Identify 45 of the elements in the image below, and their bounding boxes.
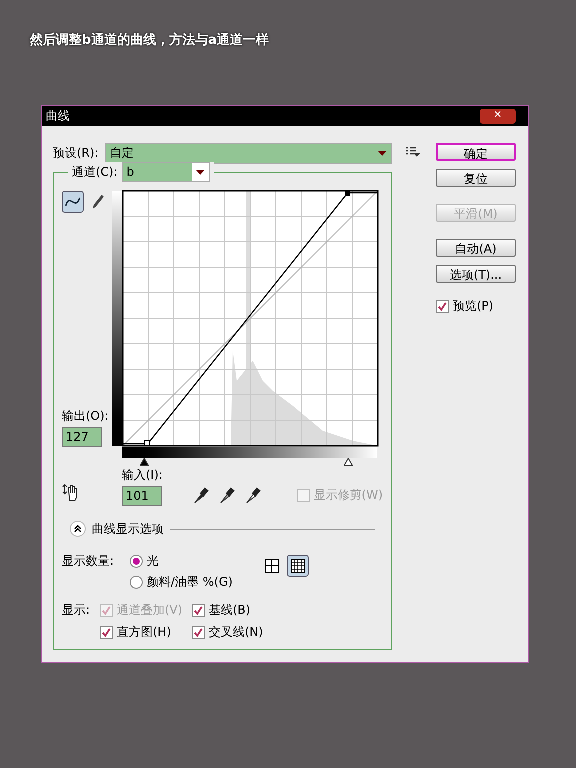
caption-text: 然后调整b通道的曲线，方法与a通道一样 xyxy=(30,33,270,48)
grid-icon xyxy=(290,559,305,573)
checkbox[interactable] xyxy=(100,626,113,638)
checkbox-option[interactable]: 预览(P) xyxy=(436,297,516,315)
radio-button[interactable] xyxy=(130,576,143,588)
show-amount-label: 显示数量: xyxy=(62,553,116,570)
eyedropper-icon[interactable] xyxy=(192,486,209,504)
curve-graph[interactable] xyxy=(122,190,379,447)
curve-icon xyxy=(65,196,81,208)
window-title: 曲线 xyxy=(46,108,70,125)
grid-icon xyxy=(264,559,279,573)
radio-button[interactable] xyxy=(130,554,143,568)
output-field[interactable]: 127 xyxy=(62,427,102,447)
checkbox-option[interactable]: 基线(B) xyxy=(192,601,264,619)
input-label: 输入(I): xyxy=(122,467,163,484)
eyedropper-icon[interactable] xyxy=(244,486,261,504)
checkbox[interactable] xyxy=(436,300,449,312)
radio-option[interactable]: 颜料/油墨 %(G) xyxy=(130,573,233,591)
preset-dropdown[interactable]: 自定 xyxy=(105,142,392,164)
checkbox[interactable] xyxy=(192,604,205,616)
channel-label: 通道(C): xyxy=(72,164,118,181)
caret-icon xyxy=(378,150,387,156)
curve-tool-button[interactable] xyxy=(62,191,84,213)
pencil-icon xyxy=(91,194,105,210)
caret-icon xyxy=(196,170,205,174)
checkbox-option[interactable]: 直方图(H) xyxy=(100,623,192,641)
grid-size-button[interactable] xyxy=(286,555,309,577)
eyedropper-icon[interactable] xyxy=(218,486,235,504)
dialog-button[interactable]: 自动(A) xyxy=(436,239,516,257)
dialog-button[interactable]: 复位 xyxy=(436,169,516,187)
preset-label: 预设(R): xyxy=(53,145,100,162)
close-button[interactable]: ✕ xyxy=(480,108,516,124)
preset-options-icon[interactable] xyxy=(406,147,420,157)
checkbox[interactable] xyxy=(192,626,205,638)
dialog-button[interactable]: 确定 xyxy=(436,143,516,161)
channel-dropdown[interactable]: b xyxy=(122,162,210,182)
collapse-button[interactable] xyxy=(70,521,86,537)
show-label: 显示: xyxy=(62,602,92,619)
section-title: 曲线显示选项 xyxy=(92,521,164,538)
input-field[interactable]: 101 xyxy=(122,486,162,506)
dialog-button[interactable]: 选项(T)... xyxy=(436,265,516,283)
chevron-icon xyxy=(74,525,82,533)
radio-option[interactable]: 光 xyxy=(130,552,233,570)
output-label: 输出(O): xyxy=(62,408,110,425)
checkbox-option[interactable]: 交叉线(N) xyxy=(192,623,264,641)
